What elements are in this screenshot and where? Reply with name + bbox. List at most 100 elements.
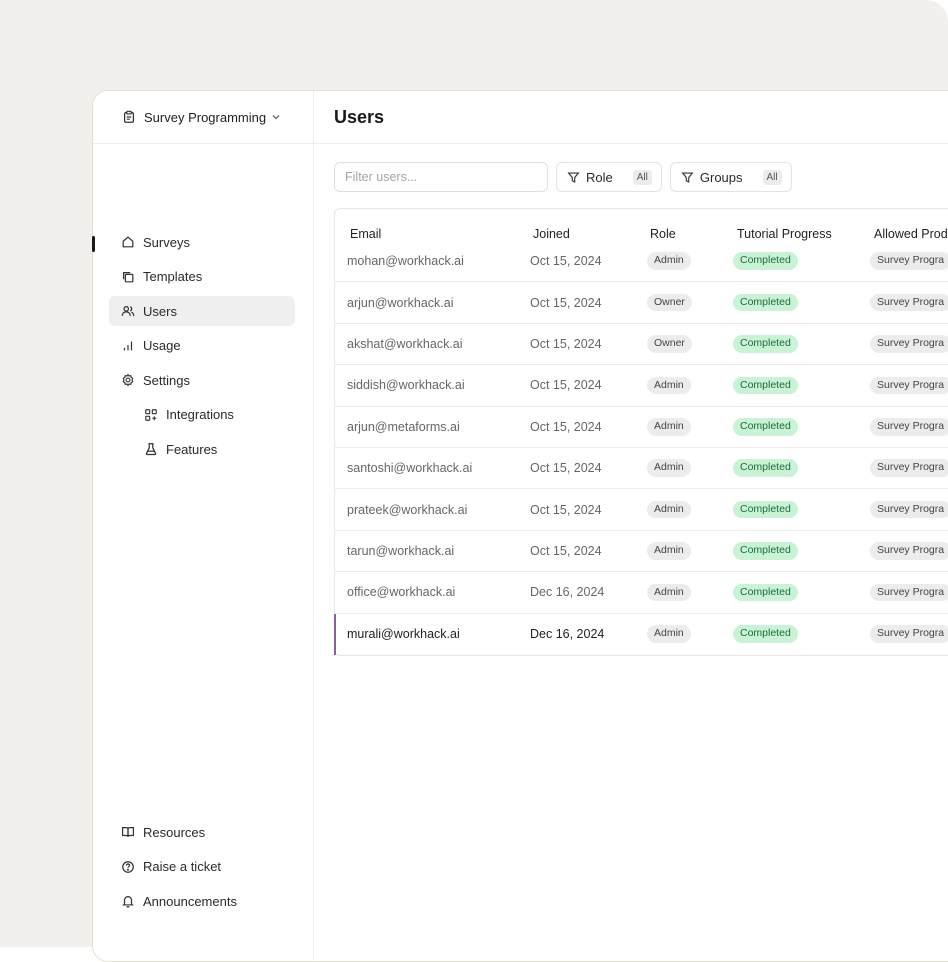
role-badge: Admin — [647, 376, 691, 395]
clipboard-icon — [122, 110, 136, 124]
page-title: Users — [334, 106, 385, 127]
home-icon — [121, 235, 135, 249]
help-circle-icon — [121, 860, 135, 874]
user-email: murali@workhack.ai — [347, 627, 460, 642]
groups-filter-label: Groups — [699, 169, 743, 185]
product-badge: Survey Progra — [870, 542, 948, 560]
joined-date: Oct 15, 2024 — [530, 295, 602, 310]
user-email: akshat@workhack.ai — [347, 336, 463, 351]
filter-users-input[interactable] — [334, 162, 548, 192]
groups-filter-value: All — [762, 169, 782, 185]
progress-badge: Completed — [733, 542, 798, 560]
role-filter-value: All — [632, 169, 652, 185]
joined-date: Oct 15, 2024 — [530, 419, 602, 434]
sidebar-item-templates[interactable]: Templates — [109, 262, 295, 292]
progress-badge: Completed — [733, 293, 798, 312]
progress-badge: Completed — [733, 376, 798, 395]
filter-icon — [681, 171, 694, 184]
sidebar-item-raise-ticket[interactable]: Raise a ticket — [109, 852, 295, 882]
table-row-selected[interactable]: murali@workhack.ai Dec 16, 2024 Admin Co… — [334, 613, 948, 656]
user-email: santoshi@workhack.ai — [347, 461, 473, 476]
sidebar-item-features[interactable]: Features — [109, 434, 295, 464]
user-email: arjun@metaforms.ai — [347, 419, 460, 434]
column-header-joined[interactable]: Joined — [533, 209, 570, 241]
filter-bar: Role All Groups All — [334, 162, 792, 192]
sidebar-item-label: Settings — [143, 372, 190, 388]
role-badge: Admin — [647, 459, 691, 477]
column-header-allowed-products[interactable]: Allowed Prod — [874, 209, 948, 241]
users-icon — [121, 304, 135, 318]
table-row[interactable]: tarun@workhack.ai Oct 15, 2024 Admin Com… — [335, 531, 948, 573]
column-header-tutorial-progress[interactable]: Tutorial Progress — [737, 209, 832, 241]
table-row[interactable]: siddish@workhack.ai Oct 15, 2024 Admin C… — [335, 365, 948, 407]
sidebar-item-label: Integrations — [166, 407, 234, 422]
chevron-down-icon — [271, 112, 281, 122]
sidebar-item-resources[interactable]: Resources — [109, 817, 295, 847]
user-email: prateek@workhack.ai — [347, 502, 468, 517]
flask-icon — [144, 442, 158, 456]
sidebar-item-label: Features — [166, 441, 218, 457]
progress-badge: Completed — [733, 459, 798, 477]
product-badge: Survey Progra — [870, 417, 948, 436]
app-window: Survey Programming Surveys Templates Use… — [92, 90, 948, 962]
progress-badge: Completed — [733, 417, 798, 436]
role-badge: Admin — [647, 252, 691, 270]
progress-badge: Completed — [733, 500, 798, 519]
sidebar-item-label: Resources — [143, 824, 206, 840]
sidebar-nav: Surveys Templates Users Usage Settings I… — [109, 227, 295, 469]
page-header: Users — [314, 91, 948, 144]
joined-date: Oct 15, 2024 — [530, 378, 602, 393]
joined-date: Oct 15, 2024 — [530, 543, 602, 558]
sidebar-item-users[interactable]: Users — [109, 296, 295, 326]
product-badge: Survey Progra — [870, 252, 948, 270]
role-badge: Owner — [647, 293, 692, 312]
joined-date: Dec 16, 2024 — [530, 585, 605, 600]
product-badge: Survey Progra — [870, 583, 948, 602]
table-row[interactable]: santoshi@workhack.ai Oct 15, 2024 Admin … — [335, 448, 948, 490]
table-row[interactable]: mohan@workhack.ai Oct 15, 2024 Admin Com… — [335, 241, 948, 283]
column-header-role[interactable]: Role — [650, 209, 676, 241]
main-content: Users Role All Groups All — [314, 91, 948, 961]
bell-icon — [121, 894, 135, 908]
table-row[interactable]: arjun@workhack.ai Oct 15, 2024 Owner Com… — [335, 282, 948, 324]
sidebar-item-integrations[interactable]: Integrations — [109, 400, 295, 430]
sidebar-item-label: Surveys — [143, 234, 190, 250]
joined-date: Dec 16, 2024 — [530, 627, 605, 642]
role-badge: Admin — [647, 417, 691, 436]
product-badge: Survey Progra — [870, 459, 948, 477]
sidebar-footer-nav: Resources Raise a ticket Announcements — [109, 817, 295, 921]
user-email: tarun@workhack.ai — [347, 543, 455, 558]
bar-chart-icon — [121, 339, 135, 353]
user-email: mohan@workhack.ai — [347, 254, 464, 269]
sidebar: Survey Programming Surveys Templates Use… — [93, 91, 314, 961]
sidebar-item-label: Templates — [143, 269, 203, 284]
sidebar-item-usage[interactable]: Usage — [109, 331, 295, 361]
active-nav-marker — [92, 236, 95, 252]
role-badge: Admin — [647, 583, 691, 602]
role-badge: Admin — [647, 625, 691, 643]
sidebar-item-surveys[interactable]: Surveys — [109, 227, 295, 257]
sidebar-item-label: Usage — [143, 338, 181, 353]
role-badge: Admin — [647, 542, 691, 560]
progress-badge: Completed — [733, 335, 798, 353]
sidebar-item-label: Users — [143, 303, 177, 319]
user-email: siddish@workhack.ai — [347, 378, 465, 393]
table-row[interactable]: prateek@workhack.ai Oct 15, 2024 Admin C… — [335, 489, 948, 531]
joined-date: Oct 15, 2024 — [530, 461, 602, 476]
product-badge: Survey Progra — [870, 500, 948, 519]
user-email: arjun@workhack.ai — [347, 295, 454, 310]
column-header-email[interactable]: Email — [350, 209, 381, 241]
role-filter-button[interactable]: Role All — [556, 162, 662, 192]
table-row[interactable]: office@workhack.ai Dec 16, 2024 Admin Co… — [335, 572, 948, 614]
product-badge: Survey Progra — [870, 293, 948, 312]
book-icon — [121, 825, 135, 839]
filter-icon — [567, 171, 580, 184]
sidebar-item-announcements[interactable]: Announcements — [109, 886, 295, 916]
workspace-switcher[interactable]: Survey Programming — [93, 91, 313, 144]
sidebar-item-settings[interactable]: Settings — [109, 365, 295, 395]
user-email: office@workhack.ai — [347, 585, 456, 600]
groups-filter-button[interactable]: Groups All — [669, 162, 792, 192]
table-row[interactable]: arjun@metaforms.ai Oct 15, 2024 Admin Co… — [335, 407, 948, 448]
users-table: Email Joined Role Tutorial Progress Allo… — [334, 208, 948, 656]
table-row[interactable]: akshat@workhack.ai Oct 15, 2024 Owner Co… — [335, 324, 948, 366]
